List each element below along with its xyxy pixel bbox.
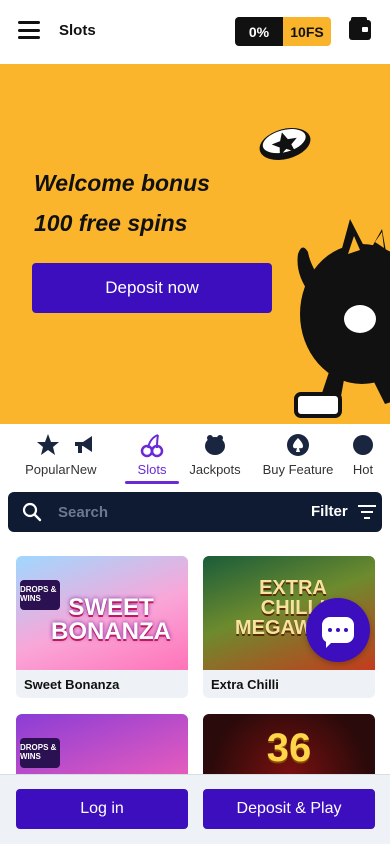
deposit-play-button[interactable]: Deposit & Play bbox=[203, 789, 375, 829]
tab-label: Buy Feature bbox=[262, 462, 334, 477]
shopping-spade-icon bbox=[287, 434, 309, 456]
filter-icon[interactable] bbox=[357, 504, 377, 520]
app-page: Slots 0% 10FS Welcome bonus 100 free spi… bbox=[0, 0, 390, 844]
tab-buy-feature[interactable]: Buy Feature bbox=[257, 424, 339, 486]
tab-label: Jackpots bbox=[189, 462, 241, 477]
game-thumbnail: DROPS & WINS SWEET BONANZA bbox=[16, 556, 188, 670]
deposit-now-button[interactable]: Deposit now bbox=[32, 263, 272, 313]
tab-label: Hot bbox=[352, 462, 374, 477]
tab-label: Slots bbox=[137, 462, 167, 477]
live-chat-button[interactable] bbox=[306, 598, 370, 662]
bonus-free-spins: 10FS bbox=[283, 17, 331, 46]
drops-and-wins-badge: DROPS & WINS bbox=[20, 738, 60, 768]
bonus-indicator[interactable]: 0% 10FS bbox=[235, 17, 331, 46]
tab-jackpots[interactable]: Jackpots bbox=[181, 424, 249, 486]
hero-subheadline: 100 free spins bbox=[34, 210, 188, 236]
menu-icon[interactable] bbox=[18, 21, 40, 39]
fire-icon bbox=[353, 435, 373, 455]
chat-icon bbox=[322, 617, 354, 648]
login-button[interactable]: Log in bbox=[16, 789, 188, 829]
hero-banner: Welcome bonus 100 free spins Deposit now bbox=[0, 64, 390, 424]
filter-button[interactable]: Filter bbox=[311, 503, 348, 520]
game-title: Extra Chilli bbox=[211, 676, 279, 692]
page-title: Slots bbox=[59, 22, 96, 39]
tab-hot[interactable]: Hot bbox=[343, 424, 383, 486]
game-title: Sweet Bonanza bbox=[24, 676, 120, 692]
tab-slots[interactable]: Slots bbox=[125, 424, 179, 486]
tab-new[interactable]: New bbox=[48, 424, 119, 486]
bottom-action-bar: Log in Deposit & Play bbox=[0, 774, 390, 844]
game-logo: SWEET BONANZA bbox=[51, 594, 171, 645]
category-tabs: Popular New Slots Jackpots Buy Feature H… bbox=[0, 424, 390, 486]
game-card-sweet-bonanza[interactable]: DROPS & WINS SWEET BONANZA Sweet Bonanza bbox=[16, 556, 188, 698]
cherries-icon bbox=[140, 434, 164, 458]
search-icon bbox=[22, 502, 42, 522]
wallet-icon[interactable] bbox=[349, 17, 371, 40]
search-input[interactable] bbox=[58, 503, 238, 521]
hero-headline: Welcome bonus bbox=[34, 170, 210, 196]
search-bar: Filter bbox=[8, 492, 382, 532]
top-header: Slots 0% 10FS bbox=[0, 0, 390, 64]
mascot-illustration bbox=[259, 128, 390, 418]
game-logo: 36 bbox=[266, 726, 312, 770]
bonus-percent: 0% bbox=[235, 17, 283, 46]
pig-icon bbox=[205, 435, 225, 455]
tab-label: New bbox=[70, 462, 97, 477]
megaphone-icon bbox=[74, 436, 92, 453]
